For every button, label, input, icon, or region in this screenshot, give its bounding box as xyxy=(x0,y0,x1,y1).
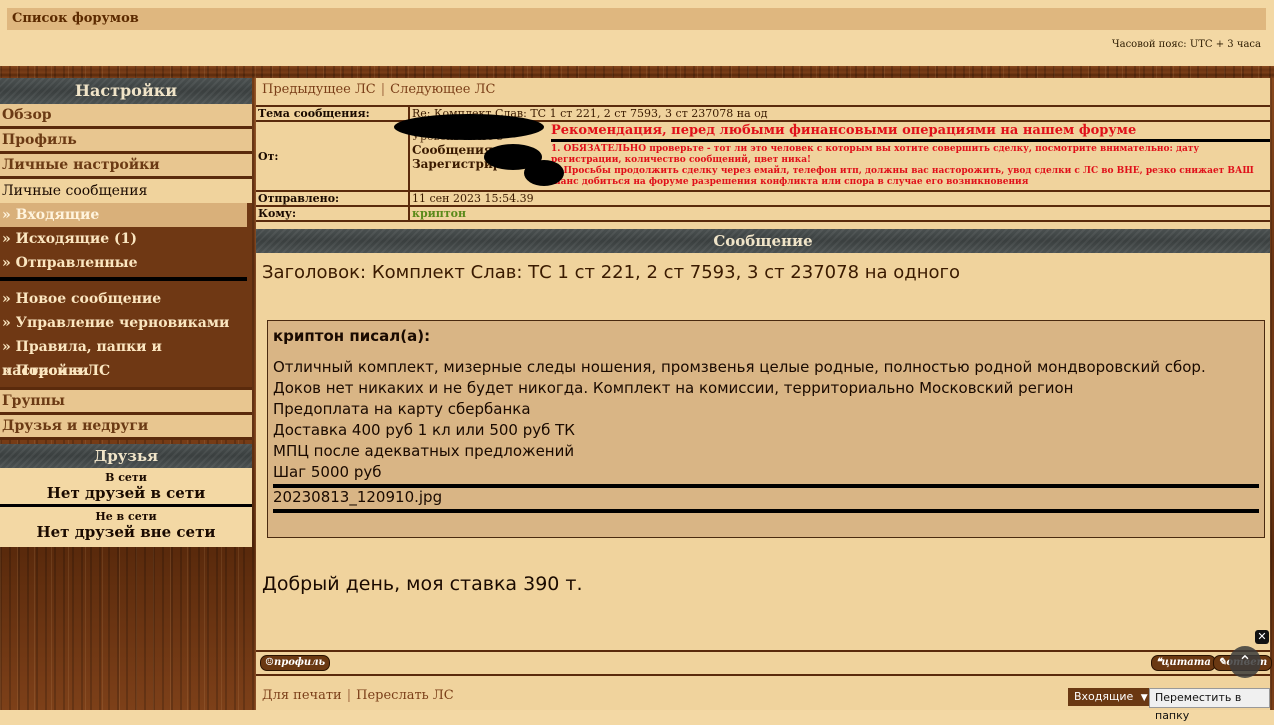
quote-line: Доков нет никаких и не будет никогда. Ко… xyxy=(273,379,1074,397)
sidebar-item-personal-settings[interactable]: Личные настройки xyxy=(0,154,252,179)
to-label: Кому: xyxy=(256,205,410,222)
redaction-mark xyxy=(524,160,564,186)
subject-label: Тема сообщения: xyxy=(256,105,410,121)
message-subject: Заголовок: Комплект Слав: ТС 1 ст 221, 2… xyxy=(262,262,960,283)
profile-button[interactable]: ☺профиль xyxy=(260,655,331,671)
forward-link[interactable]: Переслать ЛС xyxy=(356,688,454,703)
quote-author: криптон писал(а): xyxy=(273,327,431,345)
message-header: Сообщение xyxy=(256,229,1270,253)
quote-line: Шаг 5000 руб xyxy=(273,463,382,481)
pm-link-drafts[interactable]: » Управление черновиками xyxy=(0,311,252,335)
folder-select[interactable]: Входящие ▼ xyxy=(1068,688,1154,706)
pm-link-compose[interactable]: » Новое сообщение xyxy=(0,287,252,311)
pm-link-inbox[interactable]: » Входящие xyxy=(0,203,247,227)
sidebar-item-friends-foes[interactable]: Друзья и недруги xyxy=(0,415,252,440)
warning-item-2: 2. Просьбы продолжить сделку через емайл… xyxy=(551,166,1254,187)
quote-button[interactable]: ❝цитата xyxy=(1151,655,1216,671)
from-label: От: xyxy=(256,120,410,191)
quote-line: МПЦ после адекватных предложений xyxy=(273,442,575,460)
sidebar-item-overview[interactable]: Обзор xyxy=(0,104,252,129)
move-to-folder-button[interactable]: Переместить в папку xyxy=(1149,688,1270,722)
online-label: В сети xyxy=(105,471,147,484)
forum-list-bar: Список форумов xyxy=(7,8,1266,30)
friends-online-box: В сети Нет друзей в сети Не в сети Нет д… xyxy=(0,468,252,547)
pm-link-rules[interactable]: » Правила, папки и настройки xyxy=(0,335,252,379)
subject-value: Re: Комплект Слав: ТС 1 ст 221, 2 ст 759… xyxy=(409,105,1270,121)
sidebar: Настройки Обзор Профиль Личные настройки… xyxy=(0,78,252,547)
next-pm-link[interactable]: Следующее ЛС xyxy=(390,82,495,97)
sidebar-item-profile[interactable]: Профиль xyxy=(0,129,252,154)
timezone-label: Часовой пояс: UTC + 3 часа xyxy=(1111,39,1261,50)
prev-pm-link[interactable]: Предыдущее ЛС xyxy=(262,82,376,97)
attachment-divider xyxy=(273,509,1259,513)
warning-text: 1. ОБЯЗАТЕЛЬНО проверьте - тот ли это че… xyxy=(551,144,1270,188)
quote-line: Предоплата на карту сбербанка xyxy=(273,400,531,418)
warning-item-1: 1. ОБЯЗАТЕЛЬНО проверьте - тот ли это че… xyxy=(551,144,1200,165)
offline-label: Не в сети xyxy=(95,510,157,523)
message-body: Добрый день, моя ставка 390 т. xyxy=(262,573,583,595)
sidebar-item-groups[interactable]: Группы xyxy=(0,387,252,415)
settings-header: Настройки xyxy=(0,78,252,104)
quote-line: Доставка 400 руб 1 кл или 500 руб ТК xyxy=(273,421,575,439)
print-link[interactable]: Для печати xyxy=(262,688,342,703)
close-icon[interactable]: ✕ xyxy=(1255,630,1269,644)
sent-label: Отправлено: xyxy=(256,190,410,206)
user-icon: ☺ xyxy=(265,657,274,668)
offline-status: Нет друзей вне сети xyxy=(36,523,216,541)
quote-block: криптон писал(а): Отличный комплект, миз… xyxy=(267,320,1265,538)
forum-list-link[interactable]: Список форумов xyxy=(12,11,139,26)
online-status: Нет друзей в сети xyxy=(46,484,206,502)
attachment-link[interactable]: 20230813_120910.jpg xyxy=(273,488,442,506)
recipient-link[interactable]: криптон xyxy=(409,205,1270,222)
quote-line: Отличный комплект, мизерные следы ношени… xyxy=(273,358,1206,376)
pm-link-sent[interactable]: » Отправленные xyxy=(0,251,252,275)
bottom-bar: Для печати | Переслать ЛС Входящие ▼ Перем… xyxy=(256,680,1270,722)
chevron-down-icon: ▼ xyxy=(1140,693,1148,703)
safety-warning: Рекомендация, перед любыми финансовыми о… xyxy=(551,123,1270,188)
chevron-up-icon[interactable]: ⌃ xyxy=(1229,646,1261,678)
warning-title: Рекомендация, перед любыми финансовыми о… xyxy=(551,123,1270,142)
post-footer: ☺профиль ❝цитата ✎ответ xyxy=(256,650,1273,676)
pm-section-title[interactable]: Личные сообщения xyxy=(0,179,252,203)
redaction-mark xyxy=(394,114,544,140)
sent-value: 11 сен 2023 15:54.39 xyxy=(409,190,1270,206)
pm-section: Личные сообщения » Входящие » Исходящие … xyxy=(0,179,252,387)
friends-header: Друзья xyxy=(0,444,252,468)
right-edge xyxy=(1270,78,1274,710)
message-panel: Предыдущее ЛС | Следующее ЛС Тема сообщени… xyxy=(256,78,1273,722)
pm-divider xyxy=(0,277,247,281)
wood-divider xyxy=(0,66,1274,78)
pm-navigation: Предыдущее ЛС | Следующее ЛС xyxy=(262,82,496,97)
pm-link-outbox[interactable]: » Исходящие (1) xyxy=(0,227,252,251)
bottom-links: Для печати | Переслать ЛС xyxy=(262,688,454,703)
pm-link-search[interactable]: » Поиск в ЛС xyxy=(0,359,252,387)
